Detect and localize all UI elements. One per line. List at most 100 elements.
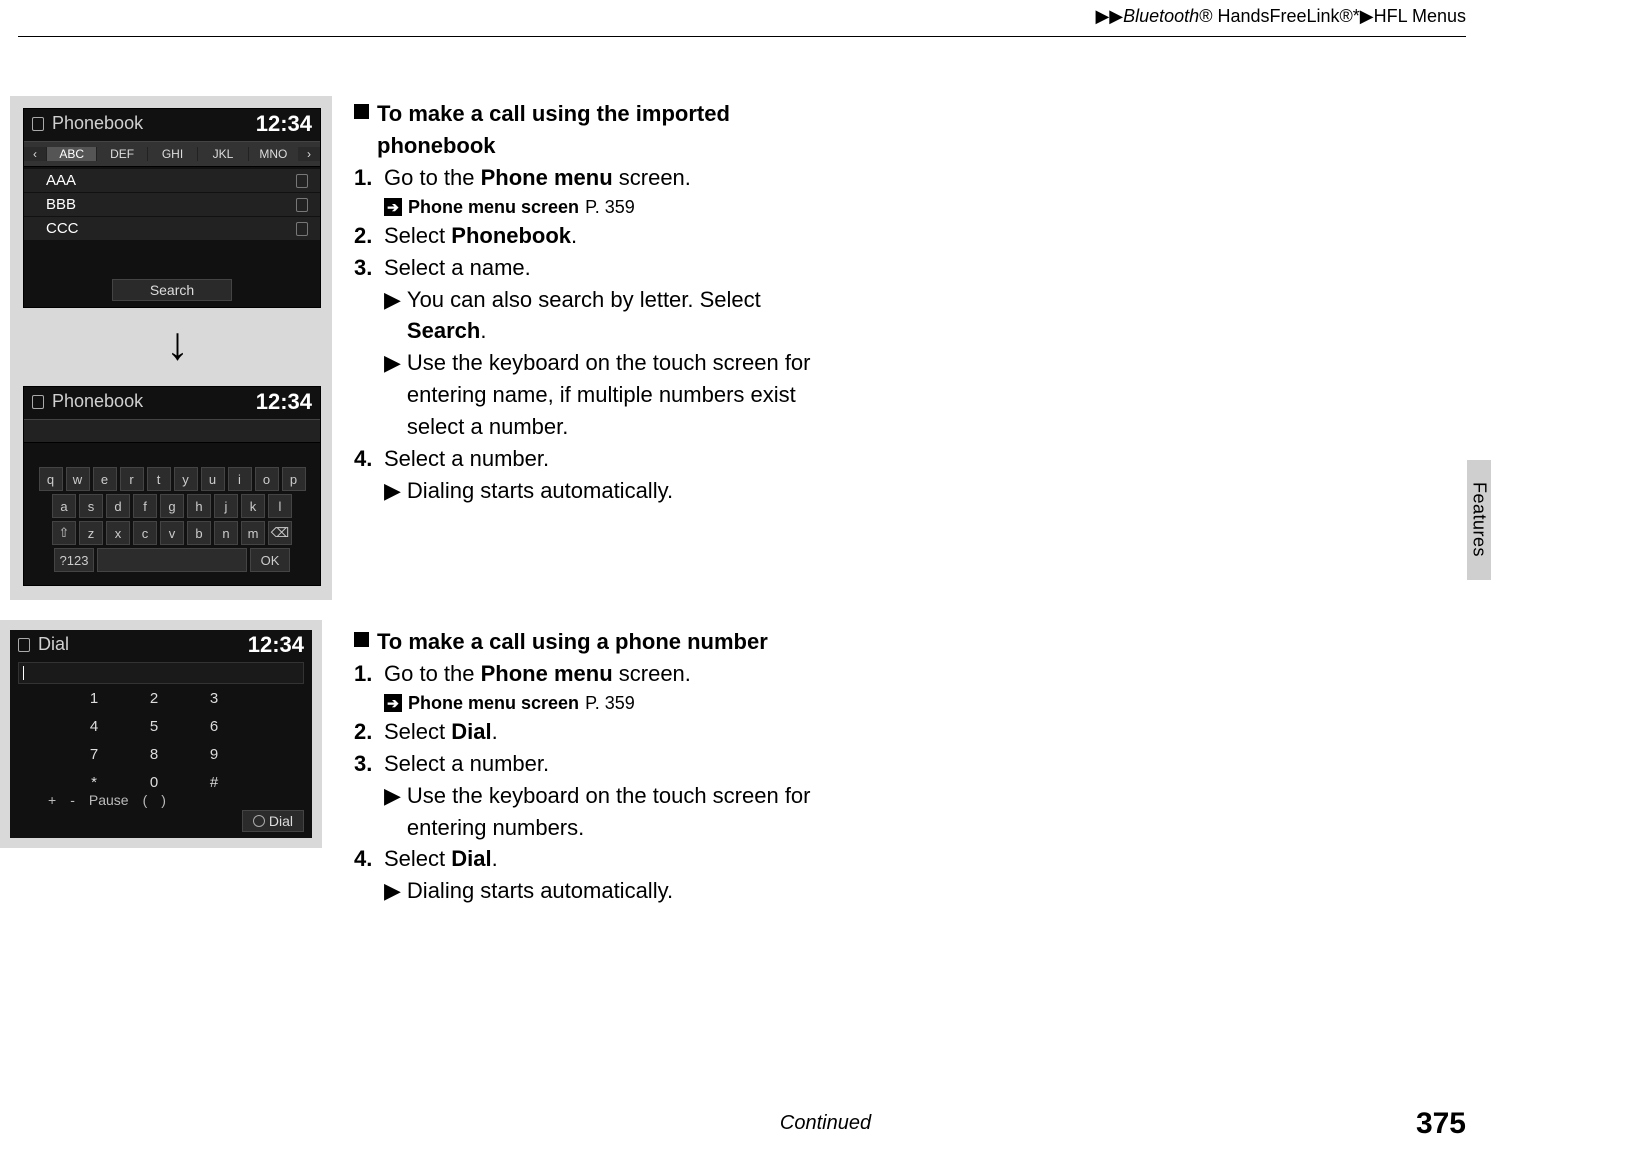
screen-clock: 12:34: [256, 389, 312, 415]
instructions-phonebook: To make a call using the imported phoneb…: [354, 98, 814, 507]
step-number: 1.: [354, 162, 378, 194]
key: b: [187, 521, 211, 545]
step-number: 4.: [354, 843, 378, 875]
footer-continued: Continued: [0, 1112, 1651, 1135]
breadcrumb: ▶▶Bluetooth® HandsFreeLink®*▶HFL Menus: [1095, 6, 1466, 27]
alpha-tab: ABC: [46, 147, 96, 161]
key: t: [147, 467, 171, 491]
triangle-bullet-icon: ▶: [384, 780, 401, 844]
step-row: 4. Select a number.: [354, 443, 814, 475]
sub-step: ▶ Dialing starts automatically.: [354, 475, 814, 507]
key: v: [160, 521, 184, 545]
alpha-prev-icon: ‹: [24, 147, 46, 161]
breadcrumb-arrows: ▶▶: [1095, 6, 1123, 26]
sub-step-text: Use the keyboard on the touch screen for…: [407, 780, 834, 844]
alpha-next-icon: ›: [298, 147, 320, 161]
sub-step: ▶ Dialing starts automatically.: [354, 875, 834, 907]
text-cursor: [23, 666, 24, 680]
step-row: 1. Go to the Phone menu screen.: [354, 658, 834, 690]
contact-row: AAA: [24, 169, 320, 193]
key: o: [255, 467, 279, 491]
contact-name: BBB: [46, 196, 76, 213]
xref-page: P. 359: [585, 194, 635, 220]
dial-key: 2: [128, 690, 180, 714]
spacebar-key: [97, 548, 247, 572]
contact-name: AAA: [46, 172, 76, 189]
screen-clock: 12:34: [256, 111, 312, 137]
step-row: 1. Go to the Phone menu screen.: [354, 162, 814, 194]
step-text: Select a name.: [384, 252, 531, 284]
sub-step: ▶ You can also search by letter. Select …: [354, 284, 814, 348]
key: i: [228, 467, 252, 491]
dial-key: 3: [188, 690, 240, 714]
dial-extra-key: (: [143, 792, 148, 808]
xref-label: Phone menu screen: [408, 690, 579, 716]
triangle-bullet-icon: ▶: [384, 347, 401, 443]
step-row: 2. Select Phonebook.: [354, 220, 814, 252]
alpha-tab: GHI: [147, 147, 197, 161]
search-button-label: Search: [150, 282, 194, 298]
screenshot-dial-pad: Dial 12:34 1 2 3 4 5 6 7 8 9 * 0 # + - P…: [10, 630, 312, 838]
key: j: [214, 494, 238, 518]
sub-step-text: Use the keyboard on the touch screen for…: [407, 347, 814, 443]
step-number: 2.: [354, 220, 378, 252]
step-number: 3.: [354, 748, 378, 780]
breadcrumb-rest: ® HandsFreeLink®*▶HFL Menus: [1199, 6, 1466, 26]
triangle-bullet-icon: ▶: [384, 475, 401, 507]
dial-extra-key: +: [48, 792, 56, 808]
alpha-tab: JKL: [197, 147, 247, 161]
mobile-icon: [296, 222, 308, 236]
dial-keypad: 1 2 3 4 5 6 7 8 9 * 0 #: [68, 690, 240, 798]
text-input-strip: [24, 419, 320, 443]
dial-key: 7: [68, 746, 120, 770]
dial-key: 1: [68, 690, 120, 714]
key: k: [241, 494, 265, 518]
instructions-dial: To make a call using a phone number 1. G…: [354, 626, 834, 907]
phone-status-icon: [32, 395, 44, 409]
dial-key: 9: [188, 746, 240, 770]
ok-key: OK: [250, 548, 290, 572]
sub-step-text: Dialing starts automatically.: [407, 475, 814, 507]
key: m: [241, 521, 265, 545]
step-text: Go to the Phone menu screen.: [384, 658, 691, 690]
contact-row: BBB: [24, 193, 320, 217]
cross-reference: ➔ Phone menu screen P. 359: [354, 194, 814, 220]
step-number: 2.: [354, 716, 378, 748]
phone-status-icon: [32, 117, 44, 131]
xref-page: P. 359: [585, 690, 635, 716]
key: r: [120, 467, 144, 491]
screenshot-phonebook-list: Phonebook 12:34 ‹ ABC DEF GHI JKL MNO › …: [23, 108, 321, 308]
number-input-strip: [18, 662, 304, 684]
key: u: [201, 467, 225, 491]
dial-extra-key: -: [70, 792, 75, 808]
dial-bottom-row: + - Pause ( ): [48, 792, 166, 808]
key: q: [39, 467, 63, 491]
header-divider: [18, 36, 1466, 37]
triangle-bullet-icon: ▶: [384, 284, 401, 348]
dial-extra-key: ): [161, 792, 166, 808]
step-text: Select Phonebook.: [384, 220, 577, 252]
dial-key: 6: [188, 718, 240, 742]
step-text: Select Dial.: [384, 716, 498, 748]
dial-key: 5: [128, 718, 180, 742]
step-row: 4. Select Dial.: [354, 843, 834, 875]
key: n: [214, 521, 238, 545]
contact-list: AAA BBB CCC: [24, 169, 320, 241]
sub-step: ▶ Use the keyboard on the touch screen f…: [354, 780, 834, 844]
phone-status-icon: [18, 638, 30, 652]
section-bullet-icon: [354, 632, 369, 647]
step-text: Select a number.: [384, 748, 549, 780]
step-number: 1.: [354, 658, 378, 690]
section-heading: To make a call using a phone number: [354, 626, 834, 658]
key: p: [282, 467, 306, 491]
key: h: [187, 494, 211, 518]
screen-title: Phonebook: [52, 113, 143, 134]
key: f: [133, 494, 157, 518]
screen-clock: 12:34: [248, 632, 304, 658]
xref-arrow-icon: ➔: [384, 694, 402, 712]
key: a: [52, 494, 76, 518]
key: l: [268, 494, 292, 518]
dial-button-label: Dial: [269, 813, 293, 829]
phone-call-icon: [253, 815, 265, 827]
section-heading-text: To make a call using the imported phoneb…: [377, 98, 814, 162]
